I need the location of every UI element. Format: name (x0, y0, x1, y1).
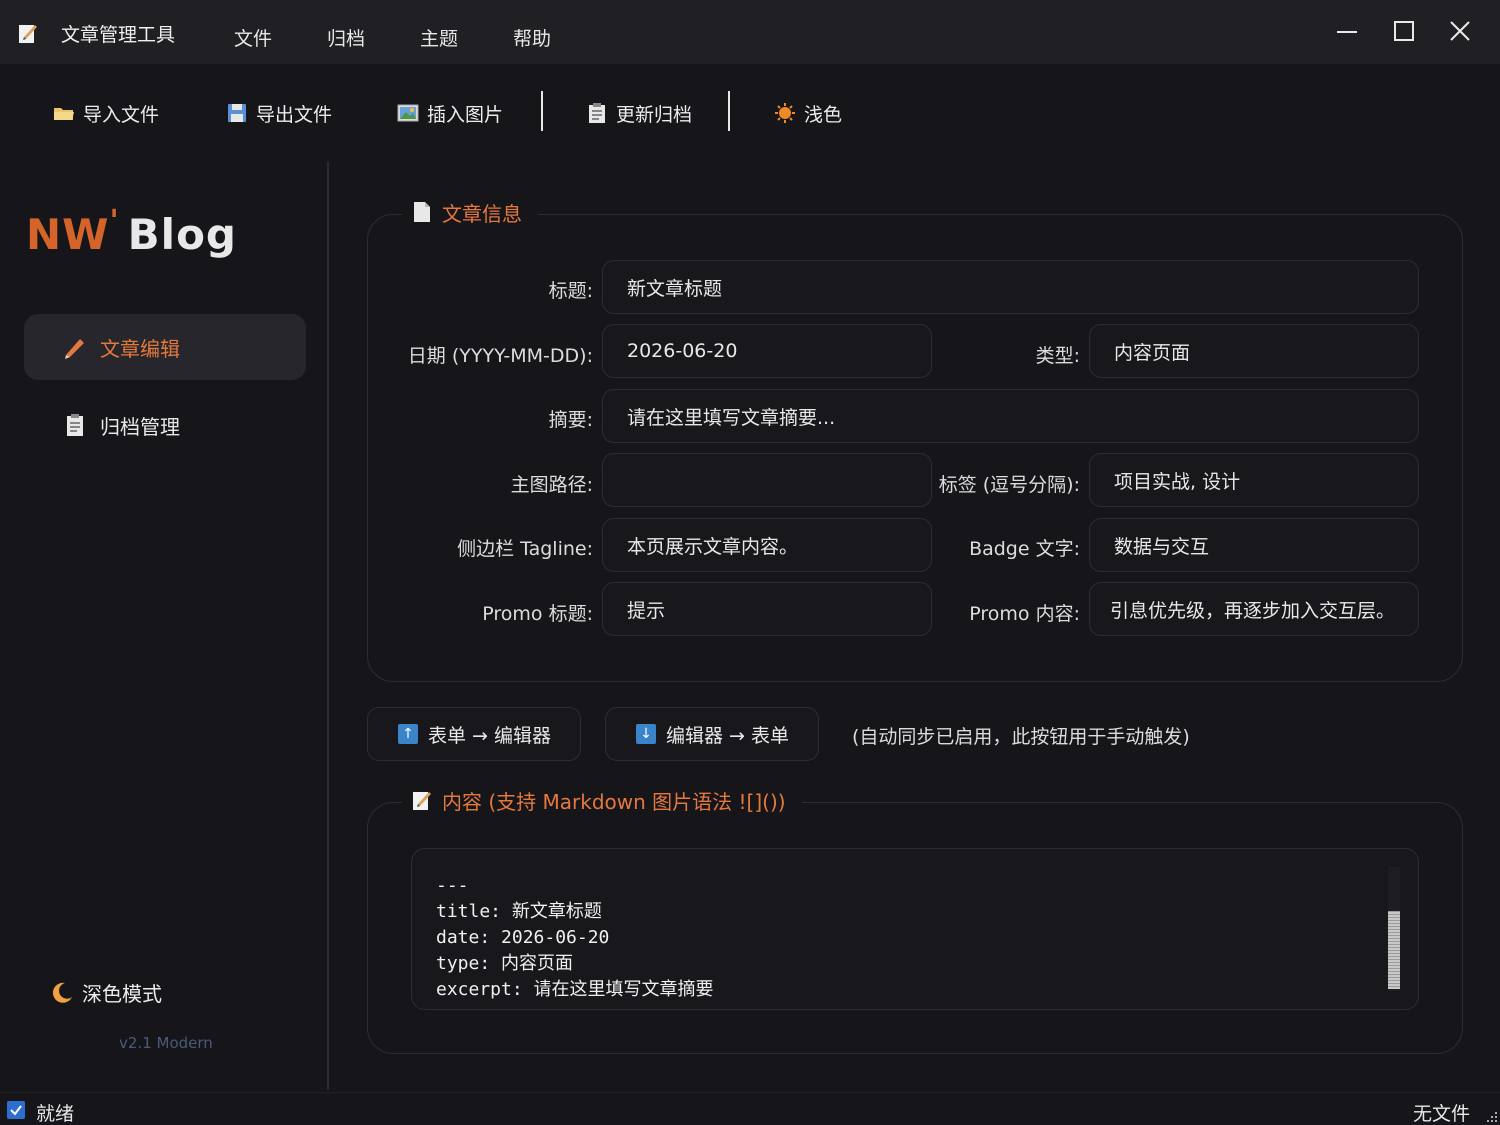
form-to-editor-button[interactable]: ↑ 表单 → 编辑器 (367, 707, 581, 761)
editor-scrollbar[interactable] (1388, 867, 1400, 991)
sun-icon (775, 103, 795, 123)
excerpt-label: 摘要: (548, 409, 593, 431)
dark-mode-label: 深色模式 (82, 982, 162, 1006)
badge-label: Badge 文字: (969, 538, 1080, 560)
sidebar-item-article-edit[interactable]: 文章编辑 (24, 314, 306, 380)
date-field[interactable]: 2026-06-20 (602, 324, 932, 378)
promo-title-field[interactable]: 提示 (602, 582, 932, 636)
title-field[interactable]: 新文章标题 (602, 260, 1419, 314)
app-window: 文章管理工具 文件 归档 主题 帮助 导入文件 导出文件 插入图片 更新归档 浅… (0, 0, 1500, 1125)
sidebar-item-label: 归档管理 (100, 414, 180, 439)
type-field[interactable]: 内容页面 (1089, 324, 1419, 378)
editor-to-form-button[interactable]: ↓ 编辑器 → 表单 (605, 707, 819, 761)
maximize-button[interactable] (1384, 16, 1424, 48)
theme-toggle-button[interactable]: 浅色 (774, 100, 842, 126)
sidebar-item-archive-manage[interactable]: 归档管理 (24, 392, 306, 458)
sync-note: (自动同步已启用，此按钮用于手动触发) (852, 726, 1190, 748)
moon-icon (52, 982, 72, 1003)
insert-image-button[interactable]: 插入图片 (397, 100, 503, 126)
markdown-editor[interactable]: --- title: 新文章标题 date: 2026-06-20 type: … (411, 848, 1419, 1010)
app-title: 文章管理工具 (61, 24, 176, 46)
logo-nw: NW (26, 210, 110, 259)
update-archive-label: 更新归档 (616, 103, 693, 126)
checkmark-icon (7, 1101, 25, 1119)
export-file-button[interactable]: 导出文件 (226, 100, 332, 126)
scrollbar-thumb[interactable] (1388, 911, 1400, 989)
tags-label: 标签 (逗号分隔): (938, 474, 1080, 496)
arrow-up-icon: ↑ (398, 724, 418, 744)
menu-archive[interactable]: 归档 (327, 24, 365, 51)
picture-icon (397, 104, 419, 122)
sidebar-item-label: 文章编辑 (100, 336, 180, 361)
logo-blog: Blog (127, 210, 237, 259)
document-icon (414, 202, 430, 222)
clipboard-icon (67, 414, 83, 436)
promo-content-label: Promo 内容: (969, 603, 1080, 625)
import-file-button[interactable]: 导入文件 (53, 100, 159, 126)
dark-mode-toggle[interactable]: 深色模式 (50, 978, 162, 1007)
import-file-label: 导入文件 (83, 103, 160, 126)
theme-toggle-label: 浅色 (804, 103, 843, 126)
status-text: 就绪 (36, 1103, 75, 1125)
image-path-field[interactable] (602, 453, 932, 507)
content-title: 内容 (支持 Markdown 图片语法 ![]()) (402, 787, 802, 814)
update-archive-button[interactable]: 更新归档 (586, 100, 692, 126)
tagline-label: 侧边栏 Tagline: (457, 538, 593, 560)
notepad-icon (19, 25, 37, 43)
logo-dot: ' (109, 204, 120, 239)
editor-text: --- title: 新文章标题 date: 2026-06-20 type: … (436, 875, 714, 1000)
article-info-title: 文章信息 (402, 199, 538, 226)
image-path-label: 主图路径: (510, 474, 593, 496)
toolbar-separator (541, 91, 543, 131)
close-button[interactable] (1440, 16, 1480, 48)
pencil-icon (65, 339, 84, 359)
file-status: 无文件 (1412, 1103, 1470, 1125)
folder-icon (54, 108, 74, 120)
clipboard-icon (589, 103, 605, 123)
toolbar-separator (728, 91, 730, 131)
promo-content-field[interactable]: 引息优先级，再逐步加入交互层。 (1089, 582, 1419, 636)
tags-field[interactable]: 项目实战, 设计 (1089, 453, 1419, 507)
menu-theme[interactable]: 主题 (420, 24, 458, 51)
date-label: 日期 (YYYY-MM-DD): (407, 345, 593, 367)
arrow-down-icon: ↓ (636, 724, 656, 744)
notepad-icon (413, 792, 431, 810)
minimize-button[interactable] (1327, 16, 1367, 48)
tagline-field[interactable]: 本页展示文章内容。 (602, 518, 932, 572)
menu-file[interactable]: 文件 (234, 24, 272, 51)
toolbar: 导入文件 导出文件 插入图片 更新归档 浅色 (0, 64, 1500, 162)
floppy-disk-icon (228, 104, 246, 122)
logo: NW' Blog (26, 204, 237, 259)
title-label: 标题: (548, 280, 593, 302)
excerpt-field[interactable]: 请在这里填写文章摘要... (602, 389, 1419, 443)
promo-title-label: Promo 标题: (482, 603, 593, 625)
type-label: 类型: (1035, 345, 1080, 367)
status-bar: 就绪 无文件 (0, 1092, 1500, 1125)
resize-grip-icon[interactable] (1487, 1112, 1497, 1122)
insert-image-label: 插入图片 (427, 103, 504, 126)
version-label: v2.1 Modern (119, 1034, 213, 1052)
sidebar: NW' Blog 文章编辑 归档管理 深色模式 v2.1 Modern (0, 162, 329, 1090)
export-file-label: 导出文件 (256, 103, 333, 126)
badge-field[interactable]: 数据与交互 (1089, 518, 1419, 572)
title-bar: 文章管理工具 文件 归档 主题 帮助 (0, 0, 1500, 64)
menu-help[interactable]: 帮助 (513, 24, 551, 51)
